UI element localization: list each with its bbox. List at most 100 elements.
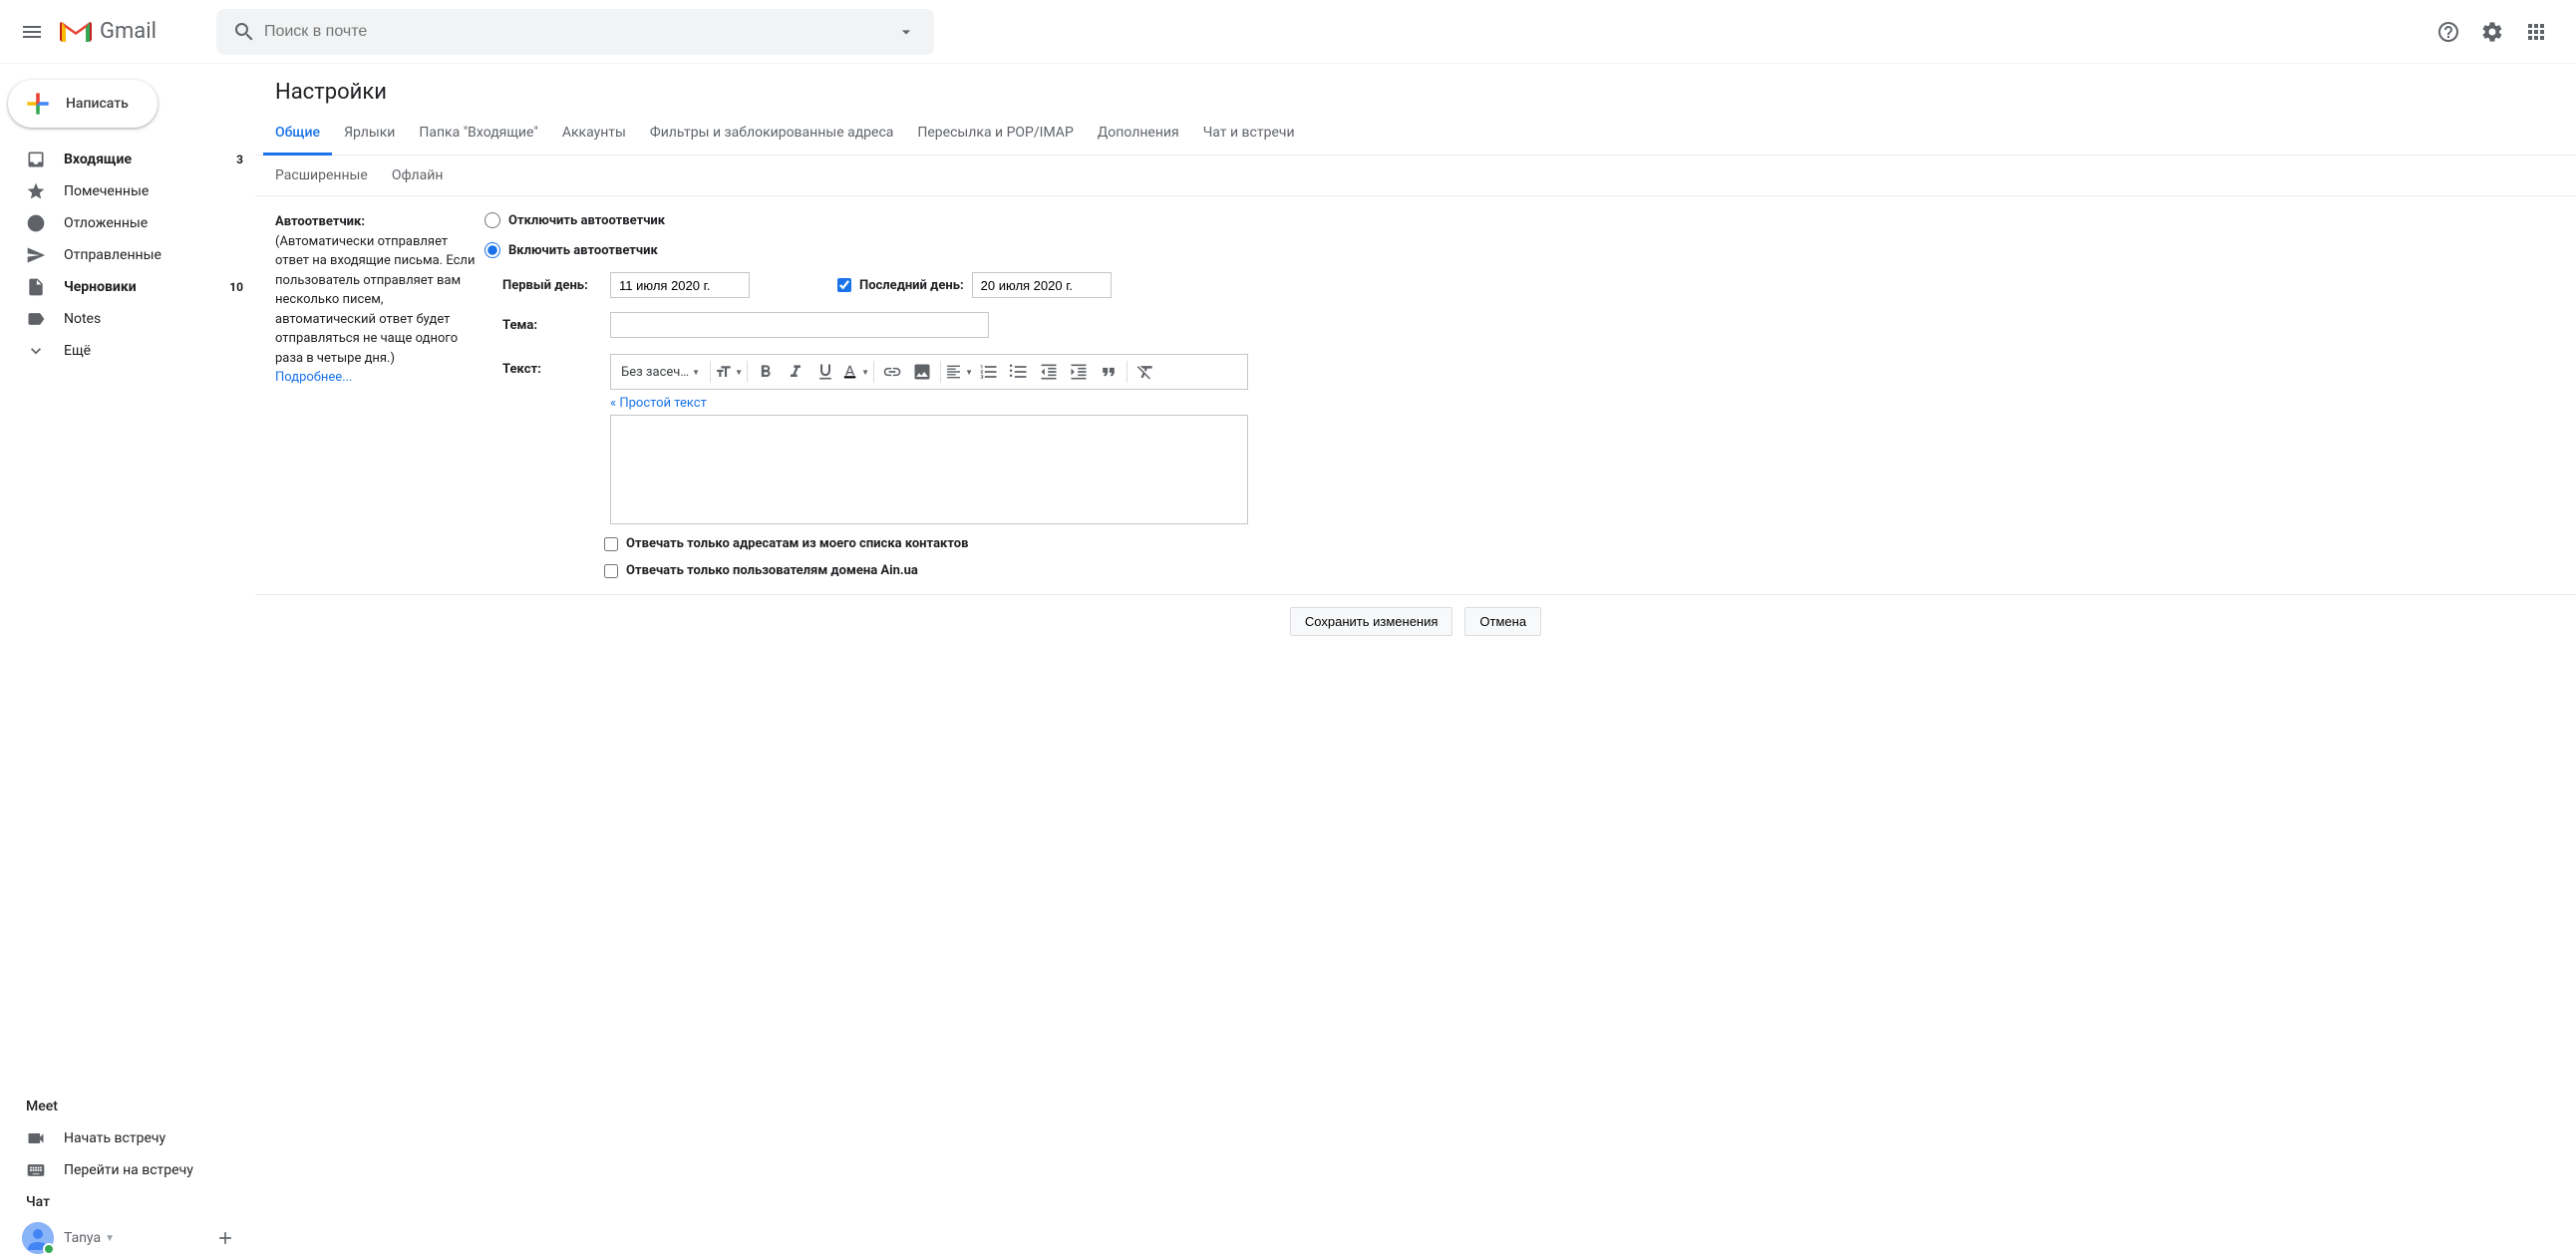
help-icon <box>2436 20 2460 44</box>
star-icon <box>26 181 46 201</box>
contacts-only-checkbox[interactable] <box>604 537 618 551</box>
send-icon <box>26 245 46 265</box>
search-button[interactable] <box>224 12 264 52</box>
search-bar[interactable] <box>216 9 934 55</box>
sidebar-item-send[interactable]: Отправленные <box>0 239 255 271</box>
vacation-responder-section: Автоответчик: (Автоматически отправляет … <box>255 196 2576 595</box>
save-button[interactable]: Сохранить изменения <box>1290 607 1453 636</box>
sidebar-item-label: Отложенные <box>64 215 243 231</box>
font-size-button[interactable]: ▼ <box>715 358 743 386</box>
setting-description: Автоответчик: (Автоматически отправляет … <box>275 212 484 578</box>
last-day-checkbox[interactable] <box>837 278 851 292</box>
text-size-icon <box>715 362 732 382</box>
indent-less-button[interactable] <box>1035 358 1063 386</box>
sidebar-item-count: 3 <box>236 153 243 166</box>
chat-user-name: Tanya <box>64 1230 101 1246</box>
bold-button[interactable] <box>752 358 780 386</box>
image-button[interactable] <box>908 358 936 386</box>
tab[interactable]: Аккаунты <box>550 113 638 155</box>
message-body-editor[interactable] <box>610 415 1248 524</box>
meet-item-video[interactable]: Начать встречу <box>0 1122 255 1154</box>
meet-item-keyboard[interactable]: Перейти на встречу <box>0 1154 255 1186</box>
tab[interactable]: Дополнения <box>1086 113 1191 155</box>
font-family-select[interactable]: Без засеч…▼ <box>615 358 706 386</box>
vacation-off-label[interactable]: Отключить автоответчик <box>508 213 665 228</box>
search-icon <box>232 20 256 44</box>
sidebar-item-inbox[interactable]: Входящие3 <box>0 144 255 175</box>
tab[interactable]: Папка "Входящие" <box>407 113 549 155</box>
align-left-icon <box>945 362 962 382</box>
tab[interactable]: Фильтры и заблокированные адреса <box>638 113 905 155</box>
tab[interactable]: Расширенные <box>263 156 380 195</box>
sidebar: Написать Входящие3Помеченные Отложенные От… <box>0 64 255 1258</box>
subject-input[interactable] <box>610 312 989 338</box>
sidebar-item-label[interactable]: Notes <box>0 303 255 335</box>
learn-more-link[interactable]: Подробнее... <box>275 370 352 385</box>
bulleted-list-button[interactable] <box>1005 358 1033 386</box>
subject-label: Тема: <box>502 318 602 333</box>
list-numbered-icon <box>979 362 999 382</box>
support-button[interactable] <box>2428 12 2468 52</box>
first-day-label: Первый день: <box>502 278 602 293</box>
presence-dot-icon <box>43 1243 55 1255</box>
settings-button[interactable] <box>2472 12 2512 52</box>
setting-desc-text: (Автоматически отправляет ответ на входя… <box>275 234 475 366</box>
italic-icon <box>786 362 805 382</box>
indent-more-button[interactable] <box>1065 358 1093 386</box>
vacation-on-label[interactable]: Включить автоответчик <box>508 243 658 258</box>
numbered-list-button[interactable] <box>975 358 1003 386</box>
vacation-on-radio[interactable] <box>484 242 500 258</box>
tab[interactable]: Чат и встречи <box>1191 113 1307 155</box>
tab[interactable]: Ярлыки <box>332 113 407 155</box>
domain-only-label[interactable]: Отвечать только пользователям домена Ain… <box>626 563 918 578</box>
sidebar-item-label: Ещё <box>64 343 243 359</box>
main-content: Настройки ОбщиеЯрлыкиПапка "Входящие"Акк… <box>255 64 2576 1258</box>
hamburger-icon <box>20 20 44 44</box>
sidebar-item-clock[interactable]: Отложенные <box>0 207 255 239</box>
setting-controls: Отключить автоответчик Включить автоотве… <box>484 212 2556 578</box>
search-options-button[interactable] <box>886 12 926 52</box>
sidebar-item-chevron[interactable]: Ещё <box>0 335 255 367</box>
footer-buttons: Сохранить изменения Отмена <box>255 595 2576 656</box>
italic-button[interactable] <box>782 358 809 386</box>
image-icon <box>912 362 932 382</box>
underline-button[interactable] <box>811 358 839 386</box>
sidebar-item-star[interactable]: Помеченные <box>0 175 255 207</box>
plain-text-link[interactable]: « Простой текст <box>610 396 707 411</box>
first-day-input[interactable] <box>610 272 750 298</box>
body-label: Текст: <box>502 354 602 524</box>
search-input[interactable] <box>264 23 886 41</box>
align-button[interactable]: ▼ <box>945 358 973 386</box>
sidebar-item-label: Отправленные <box>64 247 243 263</box>
editor-toolbar: Без засеч…▼ ▼ ▼ ▼ <box>610 354 1248 390</box>
chevron-icon <box>26 341 46 361</box>
tab[interactable]: Пересылка и POP/IMAP <box>905 113 1085 155</box>
remove-formatting-button[interactable] <box>1131 358 1159 386</box>
text-color-button[interactable]: ▼ <box>841 358 869 386</box>
tab[interactable]: Офлайн <box>380 156 456 195</box>
keyboard-icon <box>26 1160 46 1180</box>
new-chat-button[interactable] <box>207 1224 243 1252</box>
last-day-label: Последний день: <box>859 278 964 293</box>
sidebar-item-label: Черновики <box>64 279 229 295</box>
sidebar-item-label: Notes <box>64 311 243 327</box>
last-day-input[interactable] <box>972 272 1112 298</box>
indent-increase-icon <box>1069 362 1089 382</box>
apps-button[interactable] <box>2516 12 2556 52</box>
quote-button[interactable] <box>1095 358 1123 386</box>
gmail-logo[interactable]: Gmail <box>60 19 157 44</box>
tab[interactable]: Общие <box>263 113 332 156</box>
gmail-logo-text: Gmail <box>100 19 157 44</box>
cancel-button[interactable]: Отмена <box>1464 607 1541 636</box>
bold-icon <box>756 362 776 382</box>
chat-user-row[interactable]: Tanya ▼ <box>0 1218 255 1258</box>
vacation-off-radio[interactable] <box>484 212 500 228</box>
contacts-only-label[interactable]: Отвечать только адресатам из моего списк… <box>626 536 968 551</box>
compose-button[interactable]: Написать <box>8 80 158 128</box>
label-icon <box>26 309 46 329</box>
sidebar-item-file[interactable]: Черновики10 <box>0 271 255 303</box>
domain-only-checkbox[interactable] <box>604 564 618 578</box>
file-icon <box>26 277 46 297</box>
link-button[interactable] <box>878 358 906 386</box>
main-menu-button[interactable] <box>8 8 56 56</box>
